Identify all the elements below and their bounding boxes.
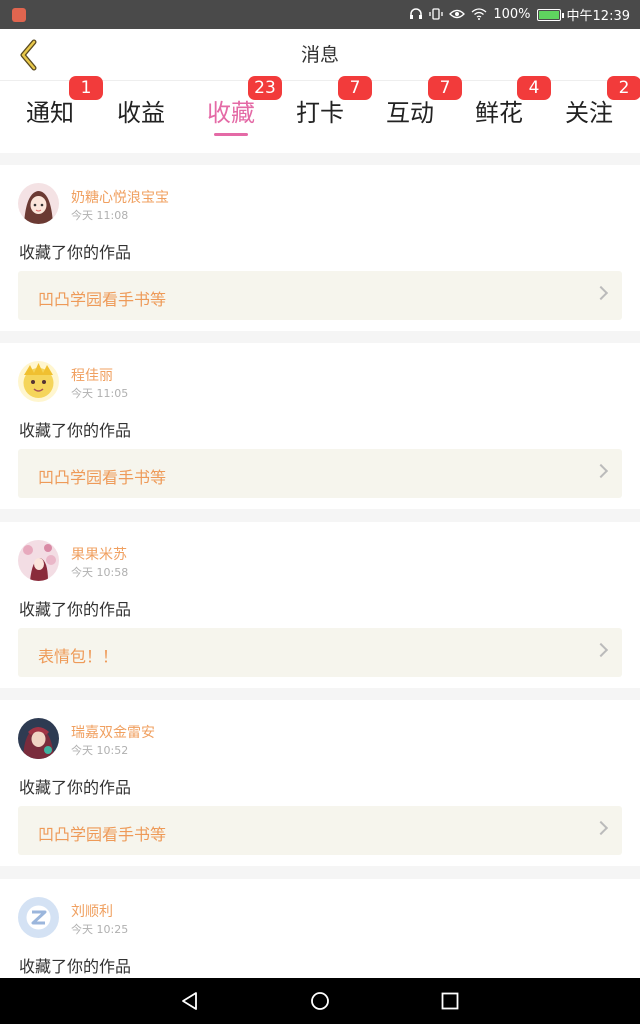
work-title: 凹凸学园看手书等	[38, 290, 167, 309]
app-notification-icon	[12, 8, 26, 22]
work-link[interactable]: 凹凸学园看手书等	[18, 271, 622, 320]
username[interactable]: 瑞嘉双金雷安	[71, 722, 155, 742]
timestamp: 今天 11:08	[71, 209, 129, 222]
active-tab-indicator	[214, 133, 248, 136]
list-item[interactable]: 果果米苏 今天 10:58 收藏了你的作品 表情包！！	[0, 522, 640, 688]
status-bar: 100% 中午12:39	[0, 0, 640, 29]
back-arrow-icon	[20, 39, 37, 71]
tab-favorites[interactable]: 收藏 23	[186, 76, 282, 153]
circle-home-icon	[311, 992, 329, 1010]
nav-back-button[interactable]	[175, 986, 205, 1016]
username[interactable]: 刘顺利	[71, 901, 113, 921]
message-list: 奶糖心悦浪宝宝 今天 11:08 收藏了你的作品 凹凸学园看手书等 程佳丽 今天…	[0, 153, 640, 978]
work-title: 凹凸学园看手书等	[38, 468, 167, 487]
unread-badge: 2	[607, 76, 640, 100]
girl-avatar-icon[interactable]	[18, 183, 59, 224]
tab-label: 收益	[117, 99, 165, 127]
clock: 中午12:39	[566, 9, 630, 24]
work-link[interactable]: 表情包！！	[18, 628, 622, 677]
chevron-right-icon	[593, 820, 609, 836]
tab-notice[interactable]: 通知 1	[5, 76, 103, 153]
tab-earnings[interactable]: 收益	[96, 81, 186, 153]
timestamp: 今天 10:52	[71, 744, 129, 757]
tab-interaction[interactable]: 互动 7	[365, 76, 462, 153]
nav-home-button[interactable]	[305, 986, 335, 1016]
username[interactable]: 程佳丽	[71, 365, 113, 385]
chevron-right-icon	[593, 463, 609, 479]
list-item[interactable]: 奶糖心悦浪宝宝 今天 11:08 收藏了你的作品 凹凸学园看手书等	[0, 165, 640, 331]
page-title: 消息	[300, 44, 339, 66]
tab-flowers[interactable]: 鲜花 4	[454, 76, 551, 153]
username[interactable]: 果果米苏	[71, 544, 127, 564]
work-title: 凹凸学园看手书等	[38, 825, 167, 844]
eye-icon	[449, 8, 466, 22]
wifi-icon	[471, 7, 487, 22]
action-text: 收藏了你的作品	[19, 243, 132, 262]
timestamp: 今天 11:05	[71, 387, 129, 400]
chevron-right-icon	[593, 642, 609, 658]
username[interactable]: 奶糖心悦浪宝宝	[71, 187, 169, 207]
work-link[interactable]: 凹凸学园看手书等	[18, 806, 622, 855]
status-icons: 100% 中午12:39	[409, 0, 630, 29]
headset-icon	[409, 7, 423, 23]
tab-checkin[interactable]: 打卡 7	[275, 76, 372, 153]
default-avatar-icon[interactable]	[18, 897, 59, 938]
blossom-avatar-icon[interactable]	[18, 540, 59, 581]
back-button[interactable]	[10, 37, 46, 73]
nav-recents-button[interactable]	[435, 986, 465, 1016]
action-text: 收藏了你的作品	[19, 778, 132, 797]
chevron-right-icon	[593, 285, 609, 301]
battery-percent: 100%	[493, 7, 531, 22]
tab-follow[interactable]: 关注 2	[544, 76, 640, 153]
work-title: 表情包！！	[38, 647, 119, 666]
timestamp: 今天 10:25	[71, 923, 129, 936]
action-text: 收藏了你的作品	[19, 421, 132, 440]
triangle-back-icon	[182, 992, 197, 1010]
work-link[interactable]: 凹凸学园看手书等	[18, 449, 622, 498]
action-text: 收藏了你的作品	[19, 600, 132, 619]
tab-bar: 通知 1 收益 收藏 23 打卡 7 互动 7 鲜花 4 关注 2	[0, 76, 640, 153]
list-item[interactable]: 瑞嘉双金雷安 今天 10:52 收藏了你的作品 凹凸学园看手书等	[0, 700, 640, 866]
timestamp: 今天 10:58	[71, 566, 129, 579]
header: 消息	[0, 29, 640, 81]
action-text: 收藏了你的作品	[19, 957, 132, 976]
system-nav-bar	[0, 978, 640, 1024]
square-recents-icon	[441, 992, 459, 1010]
battery-icon	[536, 8, 564, 21]
dark-character-avatar-icon[interactable]	[18, 718, 59, 759]
list-item[interactable]: 刘顺利 今天 10:25 收藏了你的作品	[0, 879, 640, 978]
list-item[interactable]: 程佳丽 今天 11:05 收藏了你的作品 凹凸学园看手书等	[0, 343, 640, 509]
vibrate-icon	[429, 7, 444, 23]
yellow-character-avatar-icon[interactable]	[18, 361, 59, 402]
